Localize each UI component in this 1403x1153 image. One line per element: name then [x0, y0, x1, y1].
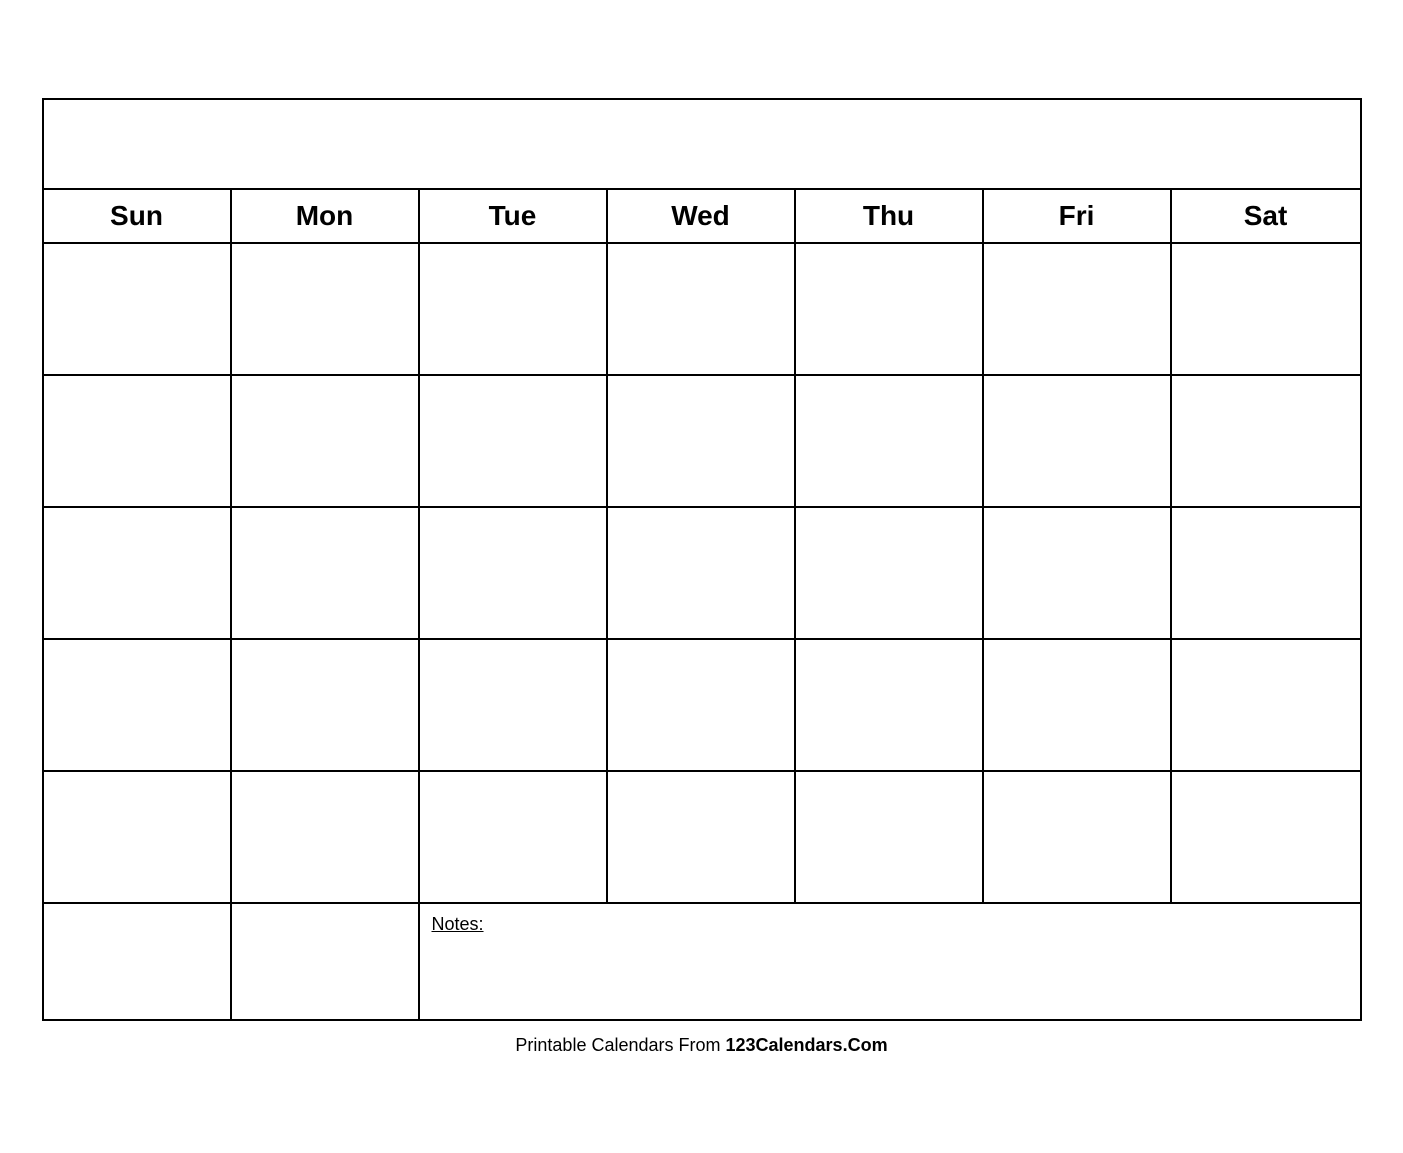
header-mon: Mon [232, 190, 420, 242]
cell-r4-sun [44, 640, 232, 770]
calendar-body: Notes: [44, 244, 1360, 1019]
cell-r5-sat [1172, 772, 1360, 902]
header-fri: Fri [984, 190, 1172, 242]
cell-r2-fri [984, 376, 1172, 506]
cell-r3-thu [796, 508, 984, 638]
cell-r1-thu [796, 244, 984, 374]
cell-r4-sat [1172, 640, 1360, 770]
cell-r1-fri [984, 244, 1172, 374]
cell-r3-mon [232, 508, 420, 638]
calendar-row-1 [44, 244, 1360, 376]
cell-r3-sun [44, 508, 232, 638]
header-thu: Thu [796, 190, 984, 242]
cell-r1-mon [232, 244, 420, 374]
cell-r5-fri [984, 772, 1172, 902]
cell-r5-sun [44, 772, 232, 902]
cell-notes-sun [44, 904, 232, 1019]
header-wed: Wed [608, 190, 796, 242]
cell-r3-tue [420, 508, 608, 638]
cell-r4-mon [232, 640, 420, 770]
cell-r3-fri [984, 508, 1172, 638]
cell-notes-mon [232, 904, 420, 1019]
header-tue: Tue [420, 190, 608, 242]
calendar-row-5 [44, 772, 1360, 904]
cell-r2-sun [44, 376, 232, 506]
footer-text-bold: 123Calendars.Com [726, 1035, 888, 1055]
cell-r5-thu [796, 772, 984, 902]
cell-r2-thu [796, 376, 984, 506]
calendar-row-4 [44, 640, 1360, 772]
footer-text-normal: Printable Calendars From [515, 1035, 725, 1055]
calendar-row-3 [44, 508, 1360, 640]
cell-r4-wed [608, 640, 796, 770]
cell-r2-mon [232, 376, 420, 506]
cell-r2-wed [608, 376, 796, 506]
header-sat: Sat [1172, 190, 1360, 242]
cell-r3-sat [1172, 508, 1360, 638]
cell-r2-sat [1172, 376, 1360, 506]
footer: Printable Calendars From 123Calendars.Co… [42, 1035, 1362, 1056]
cell-r5-tue [420, 772, 608, 902]
cell-r2-tue [420, 376, 608, 506]
notes-area: Notes: [420, 904, 1360, 1019]
cell-r1-wed [608, 244, 796, 374]
cell-r1-sun [44, 244, 232, 374]
calendar-container: Sun Mon Tue Wed Thu Fri Sat [42, 98, 1362, 1021]
notes-row: Notes: [44, 904, 1360, 1019]
cell-r1-tue [420, 244, 608, 374]
cell-r4-tue [420, 640, 608, 770]
cell-r5-mon [232, 772, 420, 902]
cell-r1-sat [1172, 244, 1360, 374]
calendar-title-row [44, 100, 1360, 190]
cell-r4-fri [984, 640, 1172, 770]
cell-r3-wed [608, 508, 796, 638]
notes-label: Notes: [432, 914, 484, 934]
calendar-header: Sun Mon Tue Wed Thu Fri Sat [44, 190, 1360, 244]
cell-r4-thu [796, 640, 984, 770]
calendar-wrapper: Sun Mon Tue Wed Thu Fri Sat [42, 98, 1362, 1056]
header-sun: Sun [44, 190, 232, 242]
calendar-row-2 [44, 376, 1360, 508]
cell-r5-wed [608, 772, 796, 902]
